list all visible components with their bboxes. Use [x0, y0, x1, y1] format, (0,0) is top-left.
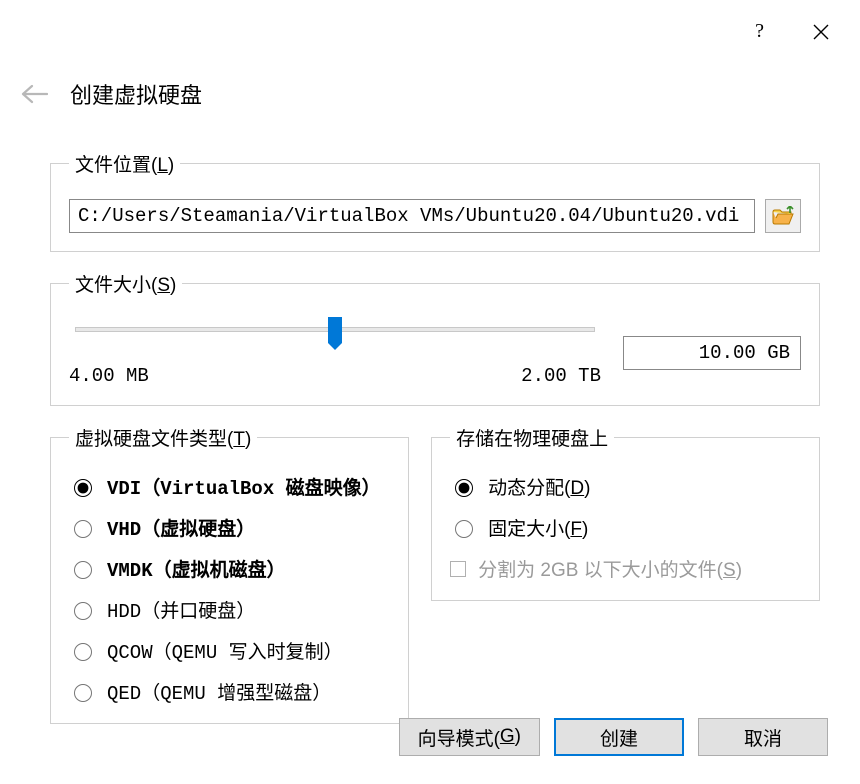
file-path-input[interactable] — [69, 199, 755, 233]
disk-type-radio[interactable] — [74, 479, 92, 497]
disk-type-option[interactable]: VHD（虚拟硬盘） — [69, 514, 390, 541]
wizard-mode-button[interactable]: 向导模式(G) — [399, 718, 540, 756]
file-location-legend: 文件位置(L) — [69, 150, 180, 177]
disk-type-label: QED（QEMU 增强型磁盘） — [107, 678, 331, 705]
folder-open-icon — [772, 206, 794, 226]
disk-type-label: HDD（并口硬盘） — [107, 596, 255, 623]
file-size-legend: 文件大小(S) — [69, 270, 182, 297]
close-icon[interactable] — [812, 23, 830, 41]
size-value-display[interactable]: 10.00 GB — [623, 336, 801, 370]
size-min-label: 4.00 MB — [69, 365, 149, 387]
disk-type-option[interactable]: QCOW（QEMU 写入时复制） — [69, 637, 390, 664]
disk-type-label: VMDK（虚拟机磁盘） — [107, 555, 286, 582]
disk-type-radio[interactable] — [74, 561, 92, 579]
size-slider[interactable] — [69, 319, 601, 345]
disk-type-option[interactable]: QED（QEMU 增强型磁盘） — [69, 678, 390, 705]
disk-type-option[interactable]: VMDK（虚拟机磁盘） — [69, 555, 390, 582]
help-icon[interactable]: ? — [755, 20, 764, 43]
disk-type-legend: 虚拟硬盘文件类型(T) — [69, 424, 257, 451]
file-location-group: 文件位置(L) — [50, 150, 820, 252]
disk-type-radio[interactable] — [74, 602, 92, 620]
create-button[interactable]: 创建 — [554, 718, 684, 756]
cancel-button[interactable]: 取消 — [698, 718, 828, 756]
disk-type-option[interactable]: HDD（并口硬盘） — [69, 596, 390, 623]
checkbox-icon — [450, 561, 466, 577]
dialog-title: 创建虚拟硬盘 — [70, 78, 202, 110]
disk-type-option[interactable]: VDI（VirtualBox 磁盘映像） — [69, 473, 390, 500]
storage-radio[interactable] — [455, 479, 473, 497]
slider-thumb[interactable] — [328, 317, 342, 343]
disk-type-radio[interactable] — [74, 520, 92, 538]
storage-label: 固定大小(F) — [488, 514, 588, 541]
disk-type-label: VDI（VirtualBox 磁盘映像） — [107, 473, 381, 500]
storage-option[interactable]: 固定大小(F) — [450, 514, 801, 541]
storage-label: 动态分配(D) — [488, 473, 590, 500]
split-2gb-checkbox: 分割为 2GB 以下大小的文件(S) — [450, 555, 801, 582]
disk-type-radio[interactable] — [74, 684, 92, 702]
size-max-label: 2.00 TB — [521, 365, 601, 387]
split-label: 分割为 2GB 以下大小的文件(S) — [478, 555, 742, 582]
storage-legend: 存储在物理硬盘上 — [450, 424, 614, 451]
storage-radio[interactable] — [455, 520, 473, 538]
disk-type-group: 虚拟硬盘文件类型(T) VDI（VirtualBox 磁盘映像） VHD（虚拟硬盘… — [50, 424, 409, 724]
disk-type-label: QCOW（QEMU 写入时复制） — [107, 637, 343, 664]
storage-option[interactable]: 动态分配(D) — [450, 473, 801, 500]
file-size-group: 文件大小(S) 4.00 MB 2.00 TB 10.00 GB — [50, 270, 820, 406]
disk-type-radio[interactable] — [74, 643, 92, 661]
disk-type-label: VHD（虚拟硬盘） — [107, 514, 255, 541]
back-arrow-icon[interactable] — [20, 84, 48, 104]
storage-group: 存储在物理硬盘上 动态分配(D) 固定大小(F) 分割为 2GB 以下大小的文件(S… — [431, 424, 820, 601]
browse-button[interactable] — [765, 199, 801, 233]
